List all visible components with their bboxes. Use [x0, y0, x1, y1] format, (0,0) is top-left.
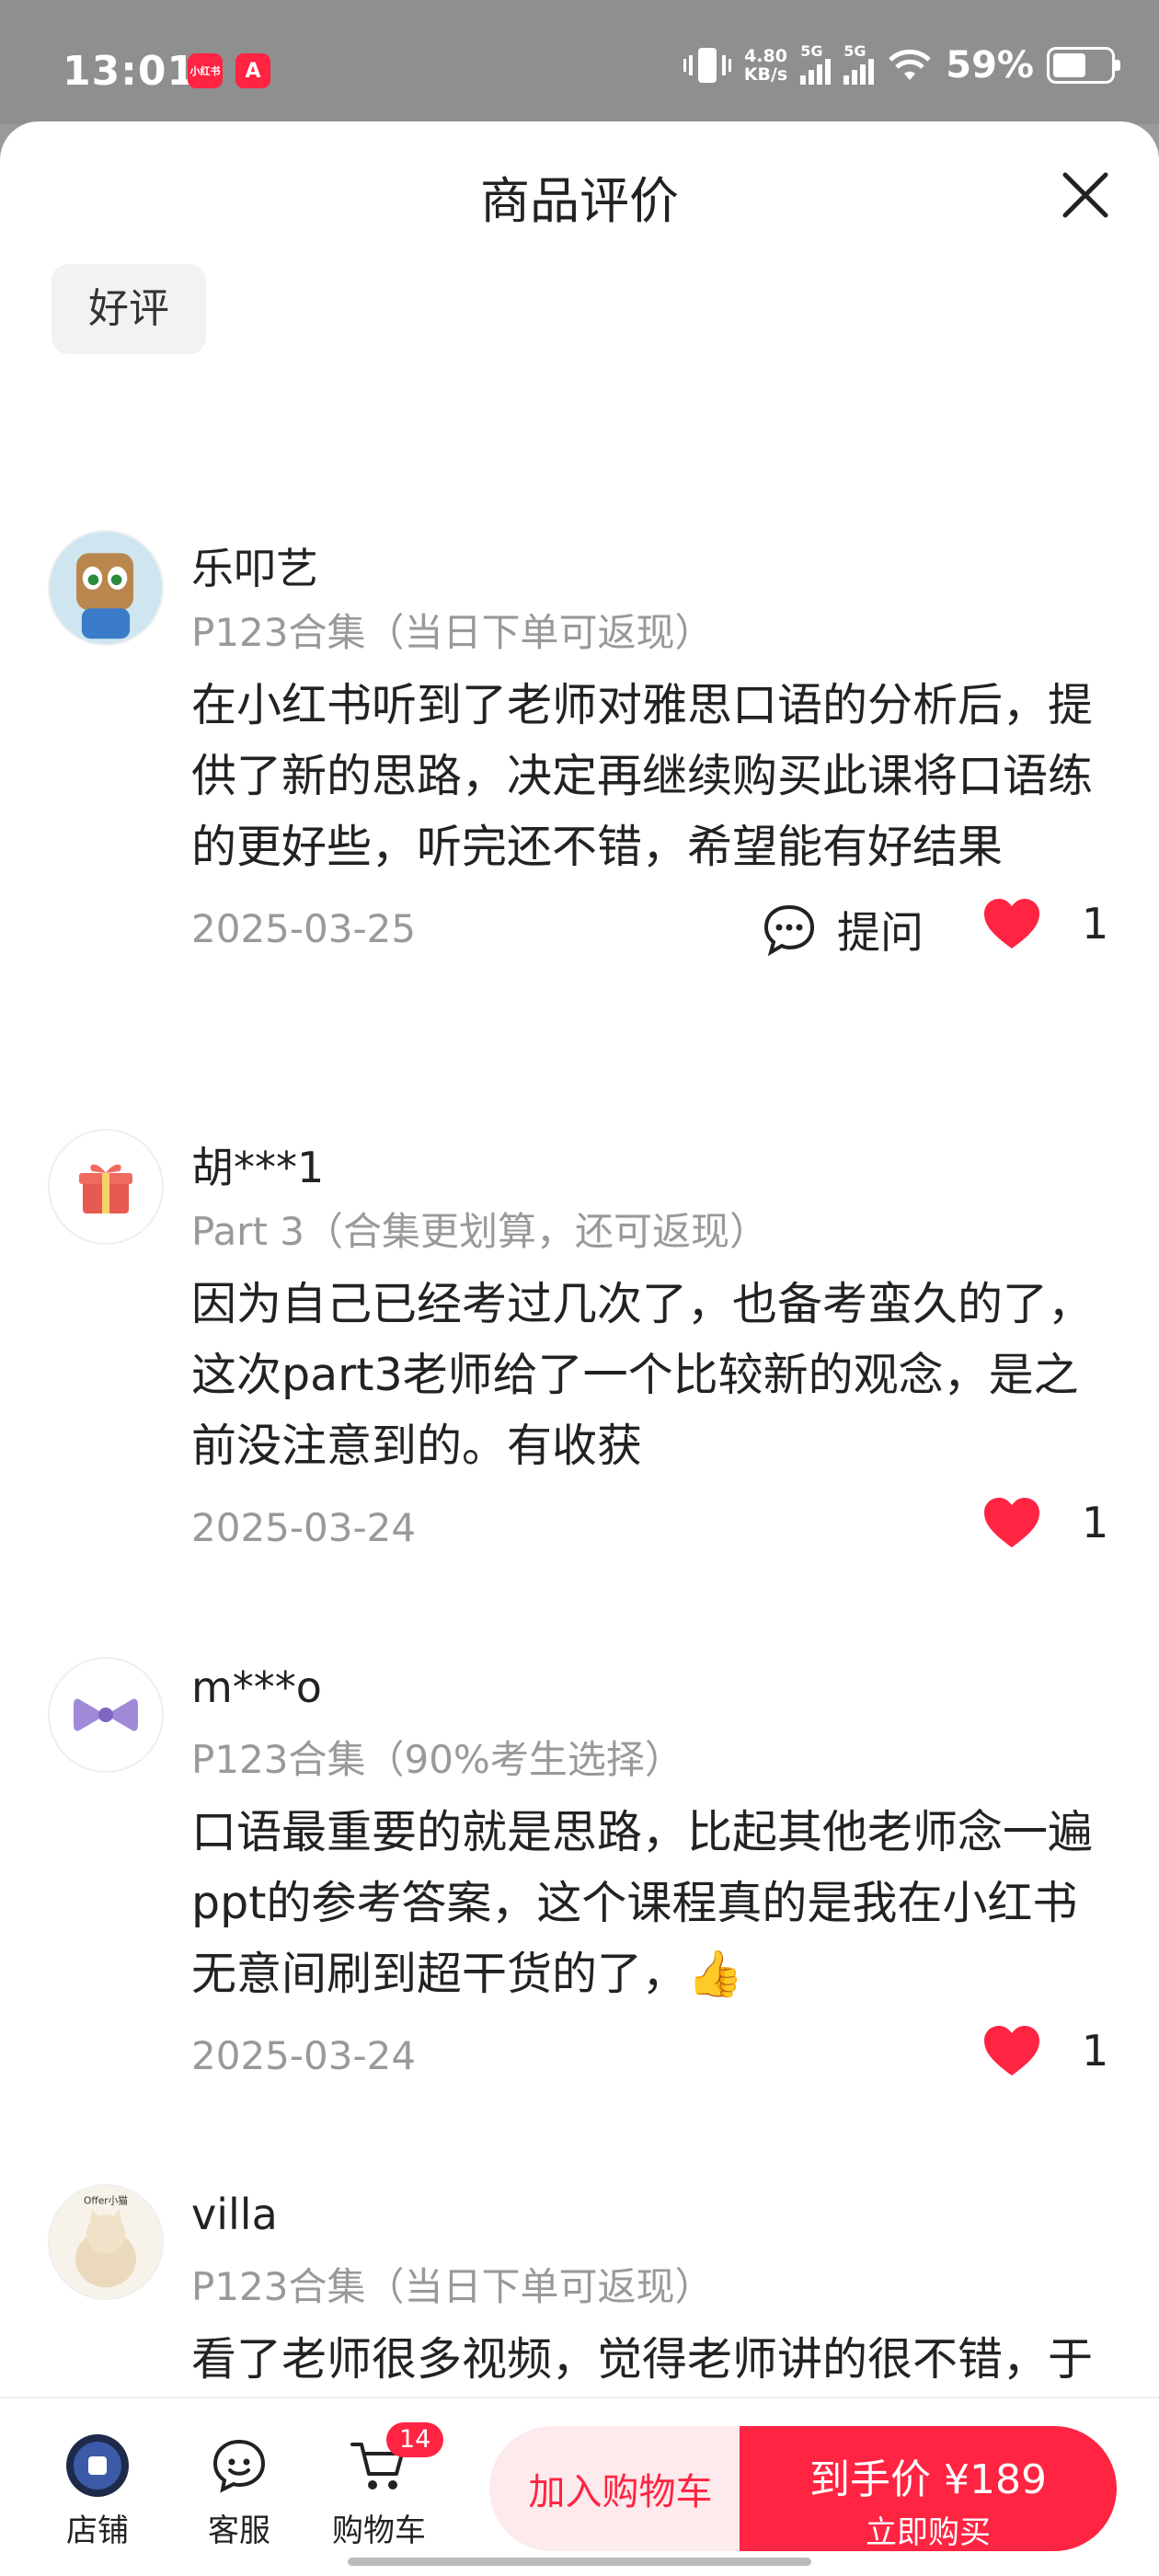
like-count: 1	[1082, 2026, 1109, 2076]
avatar[interactable]: Offer小猫	[48, 2184, 164, 2300]
buy-now-label: 立即购买	[866, 2514, 991, 2551]
review-variant: Part 3（合集更划算，还可返现）	[191, 1209, 768, 1254]
like-button[interactable]: 1	[982, 1496, 1109, 1549]
heart-icon	[984, 899, 1039, 949]
avatar[interactable]	[48, 530, 164, 646]
signal-strength-2-icon: 5G	[843, 42, 875, 85]
review-variant: P123合集（90%考生选择）	[191, 1737, 683, 1782]
cat-avatar-icon: Offer小猫	[50, 2186, 162, 2298]
review-variant: P123合集（当日下单可返现）	[191, 2264, 714, 2309]
avatar[interactable]	[48, 1657, 164, 1773]
review-username: 胡***1	[191, 1143, 325, 1192]
ask-label: 提问	[837, 908, 924, 959]
vibrate-icon	[683, 48, 731, 83]
store-avatar-icon	[66, 2434, 129, 2497]
review-username: villa	[191, 2190, 278, 2239]
review-date: 2025-03-24	[191, 2033, 417, 2078]
like-count: 1	[1082, 1498, 1109, 1547]
close-icon[interactable]	[1058, 167, 1113, 223]
cart-button[interactable]: 14 购物车	[324, 2422, 444, 2550]
heart-icon	[984, 1498, 1039, 1547]
heart-icon	[984, 2026, 1039, 2076]
signal-strength-1-icon: 5G	[800, 42, 832, 85]
buy-price: 到手价 ¥189	[809, 2456, 1047, 2503]
review-item: m***o P123合集（90%考生选择） 口语最重要的就是思路，比起其他老师念…	[0, 1657, 1159, 2099]
filter-chip-positive[interactable]: 好评	[52, 264, 206, 354]
review-date: 2025-03-25	[191, 906, 417, 951]
review-content: 因为自己已经考过几次了，也备考蛮久的了，这次part3老师给了一个比较新的观念，…	[191, 1278, 1094, 1472]
status-bar: 13:01 小红书 A 4.80 KB/s 5G 5G 59%	[0, 0, 1159, 124]
review-username: 乐叩艺	[191, 544, 318, 593]
service-label: 客服	[208, 2513, 270, 2549]
buy-now-button[interactable]: 到手价 ¥189 立即购买	[740, 2426, 1117, 2551]
customer-service-icon	[212, 2439, 266, 2493]
customer-service-button[interactable]: 客服	[184, 2430, 294, 2550]
add-to-cart-button[interactable]: 加入购物车	[489, 2426, 752, 2551]
store-label: 店铺	[66, 2513, 129, 2549]
review-date: 2025-03-24	[191, 1505, 417, 1550]
page-title: 商品评价	[480, 172, 679, 230]
chat-bubble-icon	[763, 904, 815, 956]
like-button[interactable]: 1	[982, 897, 1109, 950]
cart-label: 购物车	[332, 2513, 426, 2549]
store-button[interactable]: 店铺	[42, 2430, 153, 2550]
gift-icon	[79, 1164, 132, 1213]
app-notification-icon: A	[235, 53, 270, 88]
bow-icon	[74, 1698, 138, 1731]
wifi-icon	[889, 49, 931, 80]
status-time: 13:01	[63, 48, 197, 95]
reviews-sheet: 商品评价 好评 乐叩艺 P123合集（当日下单可返现） 在小红书听到了老师对雅思…	[0, 121, 1159, 2576]
review-item: 胡***1 Part 3（合集更划算，还可返现） 因为自己已经考过几次了，也备考…	[0, 1129, 1159, 1571]
battery-percent: 59%	[946, 44, 1034, 86]
review-content: 在小红书听到了老师对雅思口语的分析后，提供了新的思路，决定再继续购买此课将口语练…	[191, 679, 1094, 873]
cartoon-avatar-icon	[50, 532, 162, 644]
cart-count-badge: 14	[386, 2422, 444, 2457]
avatar[interactable]	[48, 1129, 164, 1245]
home-indicator[interactable]	[348, 2558, 811, 2566]
battery-icon	[1047, 47, 1120, 84]
like-button[interactable]: 1	[982, 2024, 1109, 2077]
network-speed: 4.80 KB/s	[743, 46, 788, 85]
like-count: 1	[1082, 899, 1109, 949]
avatar-text: Offer小猫	[84, 2194, 128, 2206]
xiaohongshu-app-icon: 小红书	[188, 53, 223, 88]
review-variant: P123合集（当日下单可返现）	[191, 610, 714, 655]
review-content: 口语最重要的就是思路，比起其他老师念一遍ppt的参考答案，这个课程真的是我在小红…	[191, 1806, 1094, 2000]
ask-button[interactable]: 提问	[762, 897, 924, 960]
review-item: 乐叩艺 P123合集（当日下单可返现） 在小红书听到了老师对雅思口语的分析后，提…	[0, 397, 1159, 972]
bottom-action-bar: 店铺 客服 14 购物车 加入购物车 到手价 ¥189 立即购买	[0, 2397, 1159, 2576]
review-username: m***o	[191, 1662, 322, 1712]
